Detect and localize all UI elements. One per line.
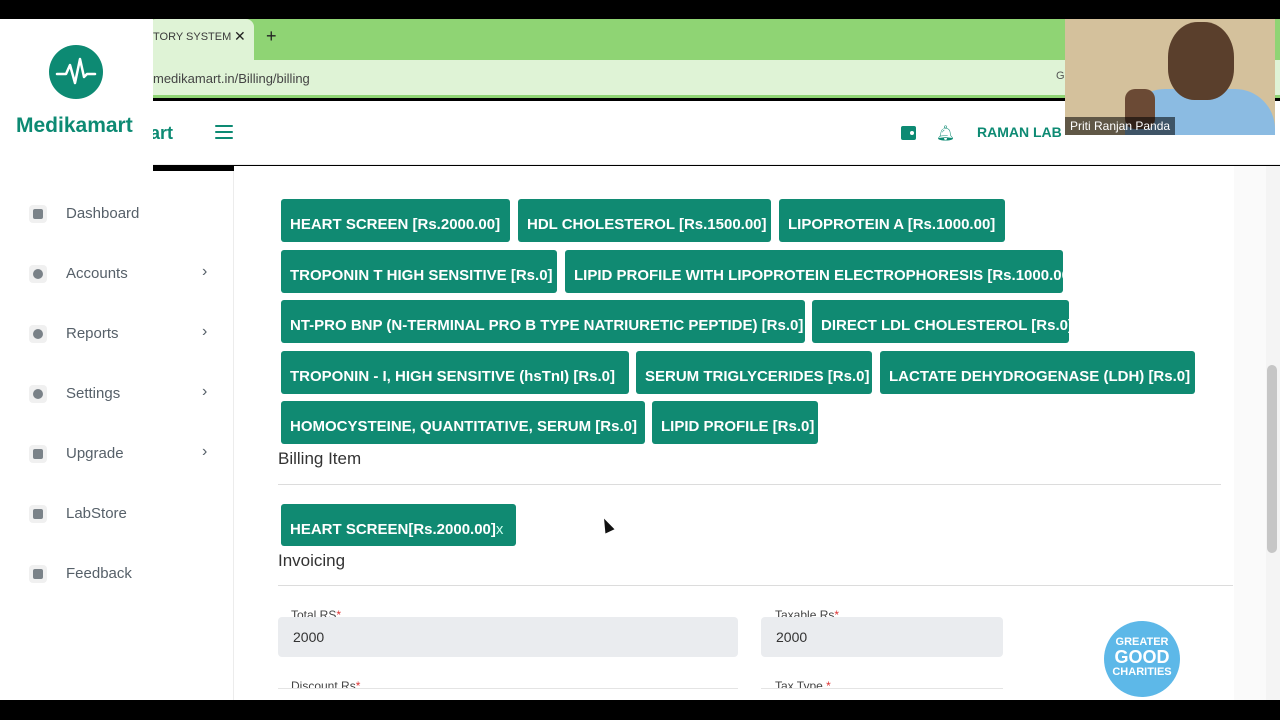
sidebar-item-reports[interactable]: Reports › (0, 314, 234, 354)
browser-tab-title[interactable]: TORY SYSTEM (153, 31, 231, 43)
test-button[interactable]: DIRECT LDL CHOLESTEROL [Rs.0] (812, 300, 1073, 343)
test-button[interactable]: HDL CHOLESTEROL [Rs.1500.00] (518, 199, 771, 242)
sidebar-item-label: LabStore (66, 505, 127, 522)
logo-name: Medikamart (16, 114, 133, 137)
sidebar-item-label: Reports (66, 325, 119, 342)
notification-bell-icon[interactable]: 🔔︎ (936, 124, 955, 142)
sidebar: Dashboard Accounts › Reports › Settings … (0, 171, 234, 700)
test-button[interactable]: NT-PRO BNP (N-TERMINAL PRO B TYPE NATRIU… (281, 300, 805, 343)
screen-frame-bottom (0, 700, 1280, 720)
lab-name[interactable]: RAMAN LAB (977, 124, 1062, 140)
screen-frame-top (0, 0, 1280, 19)
test-button[interactable]: SERUM TRIGLYCERIDES [Rs.0] (636, 351, 872, 394)
test-button[interactable]: LIPOPROTEIN A [Rs.1000.00] (779, 199, 1005, 242)
address-url[interactable]: medikamart.in/Billing/billing (153, 71, 310, 86)
sidebar-item-label: Feedback (66, 565, 132, 582)
sidebar-item-labstore[interactable]: LabStore (0, 494, 234, 534)
test-button[interactable]: LACTATE DEHYDROGENASE (LDH) [Rs.0] (880, 351, 1195, 394)
chevron-right-icon: › (202, 323, 208, 340)
users-settings-icon (29, 385, 47, 403)
dashboard-icon (29, 205, 47, 223)
sidebar-item-label: Accounts (66, 265, 128, 282)
sidebar-item-label: Settings (66, 385, 121, 402)
test-button[interactable]: LIPID PROFILE [Rs.0] (652, 401, 818, 444)
heartbeat-logo-icon (49, 45, 103, 99)
sidebar-item-label: Upgrade (66, 445, 124, 462)
total-rs-input[interactable]: 2000 (278, 617, 738, 657)
test-button[interactable]: TROPONIN T HIGH SENSITIVE [Rs.0] (281, 250, 557, 293)
sidebar-item-accounts[interactable]: Accounts › (0, 254, 234, 294)
chevron-right-icon: › (202, 383, 208, 400)
charity-logo-text: GREATER GOOD CHARITIES (1112, 636, 1172, 678)
billing-divider (278, 484, 1221, 485)
tab-close-icon[interactable]: ✕ (234, 28, 246, 45)
sidebar-item-dashboard[interactable]: Dashboard (0, 194, 234, 234)
remove-item-icon[interactable]: x (496, 521, 504, 538)
test-button[interactable]: HEART SCREEN [Rs.2000.00] (281, 199, 510, 242)
sidebar-item-upgrade[interactable]: Upgrade › (0, 434, 234, 474)
selected-billing-item[interactable]: HEART SCREEN[Rs.2000.00]x (281, 504, 516, 546)
invoicing-title: Invoicing (278, 551, 346, 570)
sidebar-item-label: Dashboard (66, 205, 140, 222)
chevron-right-icon: › (202, 443, 208, 460)
billing-item-title: Billing Item (278, 449, 362, 468)
chevron-right-icon: › (202, 263, 208, 280)
content-gutter (1234, 166, 1266, 700)
reports-icon (29, 325, 47, 343)
sidebar-item-feedback[interactable]: Feedback (0, 554, 234, 594)
taxable-rs-input[interactable]: 2000 (761, 617, 1003, 657)
calendar-check-icon (29, 505, 47, 523)
feedback-icon (29, 565, 47, 583)
wallet-icon[interactable] (901, 126, 916, 140)
scrollbar-thumb[interactable] (1267, 365, 1277, 553)
test-button[interactable]: TROPONIN - I, HIGH SENSITIVE (hsTnI) [Rs… (281, 351, 629, 394)
test-button[interactable]: LIPID PROFILE WITH LIPOPROTEIN ELECTROPH… (565, 250, 1075, 293)
new-tab-icon[interactable]: + (266, 26, 277, 47)
header-brand-text: art (150, 123, 174, 143)
test-button[interactable]: HOMOCYSTEINE, QUANTITATIVE, SERUM [Rs.0] (281, 401, 645, 444)
extension-icon[interactable]: G (1056, 70, 1065, 82)
invoicing-divider (278, 585, 1233, 586)
calendar-icon (29, 445, 47, 463)
sidebar-item-settings[interactable]: Settings › (0, 374, 234, 414)
hamburger-menu-icon[interactable] (215, 125, 233, 139)
participant-name: Priti Ranjan Panda (1065, 117, 1176, 135)
user-icon (29, 265, 47, 283)
selected-billing-item-label: HEART SCREEN[Rs.2000.00] (290, 521, 496, 538)
